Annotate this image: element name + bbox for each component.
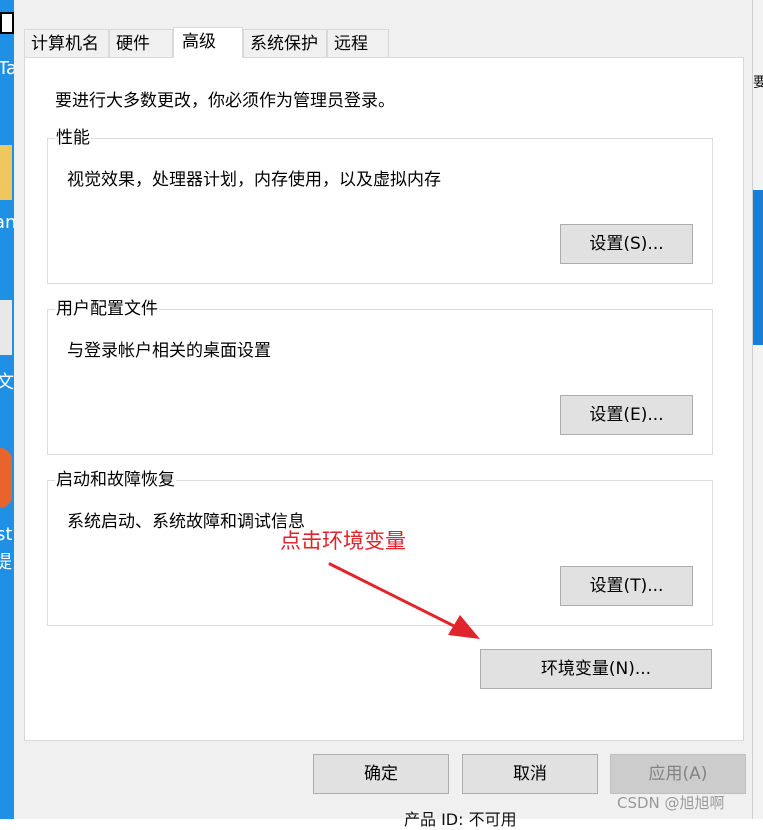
cancel-button[interactable]: 取消: [462, 754, 598, 794]
app-icon: [0, 448, 12, 508]
ok-button[interactable]: 确定: [313, 754, 449, 794]
user-profiles-title: 用户配置文件: [55, 298, 159, 320]
desktop-label: 提: [0, 552, 12, 573]
performance-settings-button[interactable]: 设置(S)...: [560, 224, 693, 264]
admin-notice: 要进行大多数更改，你必须作为管理员登录。: [55, 91, 395, 111]
annotation-label: 点击环境变量: [280, 529, 406, 553]
performance-description: 视觉效果，处理器计划，内存使用，以及虚拟内存: [67, 170, 441, 190]
tab-bar: 计算机名 硬件 高级 系统保护 远程: [24, 27, 744, 58]
user-profiles-settings-button[interactable]: 设置(E)...: [560, 395, 693, 435]
startup-recovery-description: 系统启动、系统故障和调试信息: [67, 512, 305, 532]
user-profiles-description: 与登录帐户相关的桌面设置: [67, 341, 271, 361]
file-icon: [0, 300, 12, 355]
tab-advanced[interactable]: 高级: [173, 27, 243, 58]
tab-computer-name[interactable]: 计算机名: [24, 29, 109, 57]
tab-remote[interactable]: 远程: [327, 29, 389, 57]
desktop-background: Ta an 文 st 提: [0, 0, 17, 819]
apply-button[interactable]: 应用(A): [610, 754, 746, 794]
tab-hardware[interactable]: 硬件: [109, 29, 173, 57]
desktop-label: st: [0, 524, 13, 545]
performance-group: 性能 视觉效果，处理器计划，内存使用，以及虚拟内存 设置(S)...: [47, 127, 713, 284]
folder-icon: [0, 145, 12, 200]
background-window-accent: [753, 190, 763, 345]
performance-title: 性能: [55, 127, 91, 149]
user-profiles-group: 用户配置文件 与登录帐户相关的桌面设置 设置(E)...: [47, 298, 713, 455]
startup-recovery-title: 启动和故障恢复: [55, 469, 176, 491]
desktop-icon: [0, 12, 14, 34]
environment-variables-button[interactable]: 环境变量(N)...: [480, 649, 712, 689]
startup-recovery-settings-button[interactable]: 设置(T)...: [560, 566, 693, 606]
background-window: 要: [752, 0, 763, 819]
csdn-watermark: CSDN @旭旭啊: [617, 794, 725, 812]
product-id-text: 产品 ID: 不可用: [404, 810, 517, 829]
background-window-text: 要: [753, 75, 763, 91]
desktop-label: 文: [0, 372, 14, 393]
annotation-arrow-icon: [328, 562, 480, 639]
tab-system-protection[interactable]: 系统保护: [243, 29, 327, 57]
